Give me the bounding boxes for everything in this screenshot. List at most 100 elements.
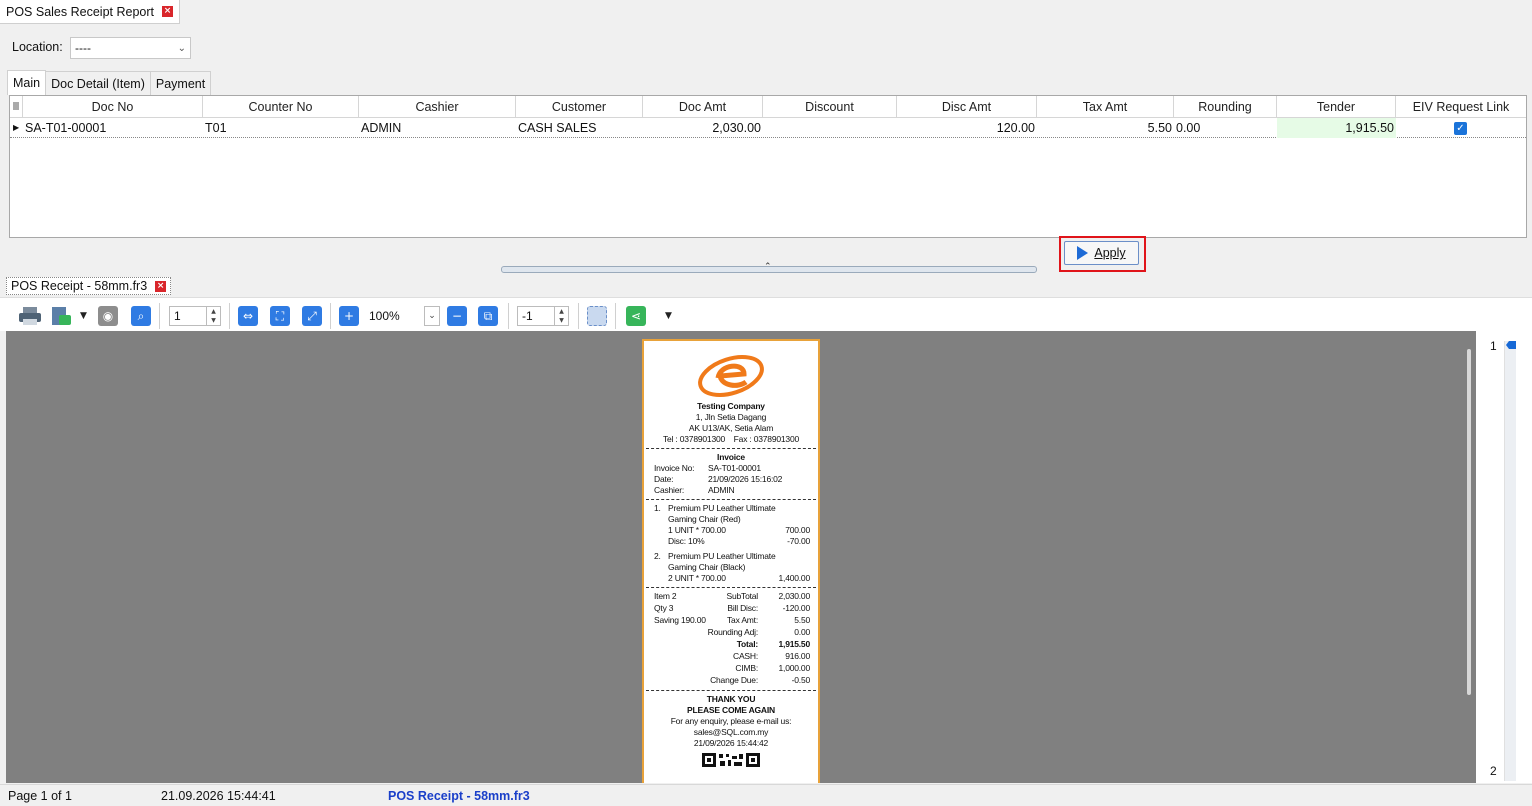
- receipt-item-2: 2. Premium PU Leather Ultimate Gaming Cha…: [644, 551, 818, 584]
- zoom-in-icon[interactable]: +: [339, 306, 359, 326]
- summary-cash: 916.00: [785, 651, 810, 661]
- summary-subtotal: 2,030.00: [778, 591, 811, 601]
- receipt-date: 21/09/2026 15:16:02: [708, 474, 783, 484]
- cell-doc-no[interactable]: SA-T01-00001: [23, 118, 203, 138]
- print-icon[interactable]: [18, 306, 41, 326]
- chevron-up-icon: ⌃: [764, 262, 772, 272]
- report-window-tab[interactable]: POS Sales Receipt Report ×: [0, 0, 180, 24]
- cell-doc-amt[interactable]: 2,030.00: [643, 118, 763, 138]
- grid-header: Doc No Counter No Cashier Customer Doc A…: [10, 96, 1526, 118]
- summary-subtotal-label: SubTotal: [726, 591, 759, 601]
- panel-splitter[interactable]: ⌃: [501, 262, 1037, 273]
- eiv-checkbox-checked[interactable]: ✓: [1454, 122, 1467, 135]
- table-row[interactable]: ▶ SA-T01-00001 T01 ADMIN CASH SALES 2,03…: [10, 118, 1526, 138]
- cell-discount[interactable]: [763, 118, 897, 138]
- col-doc-amt[interactable]: Doc Amt: [643, 96, 763, 118]
- tab-main[interactable]: Main: [7, 70, 47, 95]
- item-disc-label: Disc: 10%: [668, 536, 705, 546]
- receipt-cashier-row: Cashier: ADMIN: [644, 485, 818, 496]
- page-margins-icon[interactable]: [587, 306, 607, 326]
- receipt-divider: [646, 690, 816, 691]
- close-icon[interactable]: ×: [155, 280, 167, 292]
- col-customer[interactable]: Customer: [516, 96, 643, 118]
- receipt-company: Testing Company: [697, 401, 765, 411]
- summary-cimb-label: CIMB:: [735, 663, 758, 673]
- receipt-footer5: 21/09/2026 15:44:42: [693, 738, 769, 748]
- col-doc-no[interactable]: Doc No: [23, 96, 203, 118]
- tab-payment[interactable]: Payment: [149, 71, 212, 95]
- fit-page-icon[interactable]: ⛶: [270, 306, 290, 326]
- item-no: 1.: [654, 503, 661, 513]
- company-logo: [644, 341, 818, 401]
- page-thumbnail-track[interactable]: [1504, 341, 1516, 781]
- page-thumb-2[interactable]: 2: [1490, 764, 1497, 778]
- receipt-page: Testing Company 1, Jln Setia Dagang AK U…: [642, 339, 820, 783]
- cell-tax-amt[interactable]: 5.50: [1037, 118, 1174, 138]
- scrollbar-thumb[interactable]: [1467, 349, 1471, 695]
- col-counter-no[interactable]: Counter No: [203, 96, 359, 118]
- summary-total-label: Total:: [736, 639, 759, 649]
- summary-rounding-label: Rounding Adj:: [707, 627, 759, 637]
- item-no: 2.: [654, 551, 661, 561]
- cell-tender[interactable]: 1,915.50: [1277, 118, 1396, 138]
- summary-total: 1,915.50: [778, 639, 811, 649]
- cell-cashier[interactable]: ADMIN: [359, 118, 516, 138]
- search-icon[interactable]: ⌕: [131, 306, 151, 326]
- col-tax-amt[interactable]: Tax Amt: [1037, 96, 1174, 118]
- offset-spinner[interactable]: -1 ▲ ▼: [517, 306, 569, 326]
- zoom-dropdown-icon[interactable]: ⌄: [424, 306, 440, 326]
- col-disc-amt[interactable]: Disc Amt: [897, 96, 1037, 118]
- close-icon[interactable]: ×: [162, 6, 173, 17]
- zoom-out-icon[interactable]: −: [447, 306, 467, 326]
- item-qty-line: 2 UNIT * 700.00: [668, 573, 726, 583]
- toolbar-divider: [229, 303, 230, 329]
- chevron-down-icon: ⌄: [177, 42, 186, 54]
- share-dropdown-icon[interactable]: ▼: [665, 306, 672, 326]
- spinner-arrows-icon[interactable]: ▲ ▼: [206, 307, 220, 325]
- receipt-date-label: Date:: [654, 474, 674, 484]
- zoom-level[interactable]: 100%: [369, 306, 400, 326]
- location-select[interactable]: ---- ⌄: [70, 37, 191, 59]
- receipt-cashier-label: Cashier:: [654, 485, 685, 495]
- summary-cimb: 1,000.00: [778, 663, 811, 673]
- receipt-divider: [646, 448, 816, 449]
- receipt-invoice-label: Invoice No:: [654, 463, 695, 473]
- page-setup-icon[interactable]: ⧉: [478, 306, 498, 326]
- receipt-grid[interactable]: Doc No Counter No Cashier Customer Doc A…: [9, 95, 1527, 238]
- report-preview-tab[interactable]: POS Receipt - 58mm.fr3 ×: [6, 277, 172, 295]
- col-tender[interactable]: Tender: [1277, 96, 1396, 118]
- export-icon[interactable]: [51, 306, 71, 326]
- cell-customer[interactable]: CASH SALES: [516, 118, 643, 138]
- summary-qty: Qty 3: [654, 603, 674, 613]
- column-chooser-icon[interactable]: [10, 96, 23, 118]
- cell-eiv-request-link[interactable]: ✓: [1396, 118, 1526, 138]
- export-dropdown-icon[interactable]: ▼: [80, 306, 87, 326]
- page-number-spinner[interactable]: 1 ▲ ▼: [169, 306, 221, 326]
- col-eiv-request-link[interactable]: EIV Request Link: [1396, 96, 1526, 118]
- item-name-line2: Gaming Chair (Black): [668, 562, 746, 572]
- summary-bill-disc-label: Bill Disc:: [727, 603, 758, 613]
- preview-scrollbar[interactable]: [1464, 331, 1476, 783]
- col-discount[interactable]: Discount: [763, 96, 897, 118]
- fit-width-icon[interactable]: ⇔: [238, 306, 258, 326]
- report-preview-title: POS Receipt - 58mm.fr3: [11, 279, 148, 293]
- eye-icon[interactable]: ◉: [98, 306, 118, 326]
- summary-change: -0.50: [791, 675, 811, 685]
- toolbar-divider: [159, 303, 160, 329]
- share-icon[interactable]: ⋖: [626, 306, 646, 326]
- summary-bill-disc: -120.00: [782, 603, 811, 613]
- cell-disc-amt[interactable]: 120.00: [897, 118, 1037, 138]
- qr-code-icon: [644, 752, 818, 768]
- summary-change-label: Change Due:: [710, 675, 758, 685]
- tab-doc-detail[interactable]: Doc Detail (Item): [45, 71, 151, 95]
- cell-rounding[interactable]: 0.00: [1174, 118, 1277, 138]
- spinner-arrows-icon[interactable]: ▲ ▼: [554, 307, 568, 325]
- apply-button[interactable]: Apply: [1064, 241, 1139, 265]
- fullscreen-icon[interactable]: ⤢: [302, 306, 322, 326]
- col-rounding[interactable]: Rounding: [1174, 96, 1277, 118]
- page-thumb-1[interactable]: 1: [1490, 339, 1497, 353]
- status-datetime: 21.09.2026 15:44:41: [161, 789, 276, 803]
- summary-tax-label: Tax Amt:: [727, 615, 758, 625]
- cell-counter-no[interactable]: T01: [203, 118, 359, 138]
- col-cashier[interactable]: Cashier: [359, 96, 516, 118]
